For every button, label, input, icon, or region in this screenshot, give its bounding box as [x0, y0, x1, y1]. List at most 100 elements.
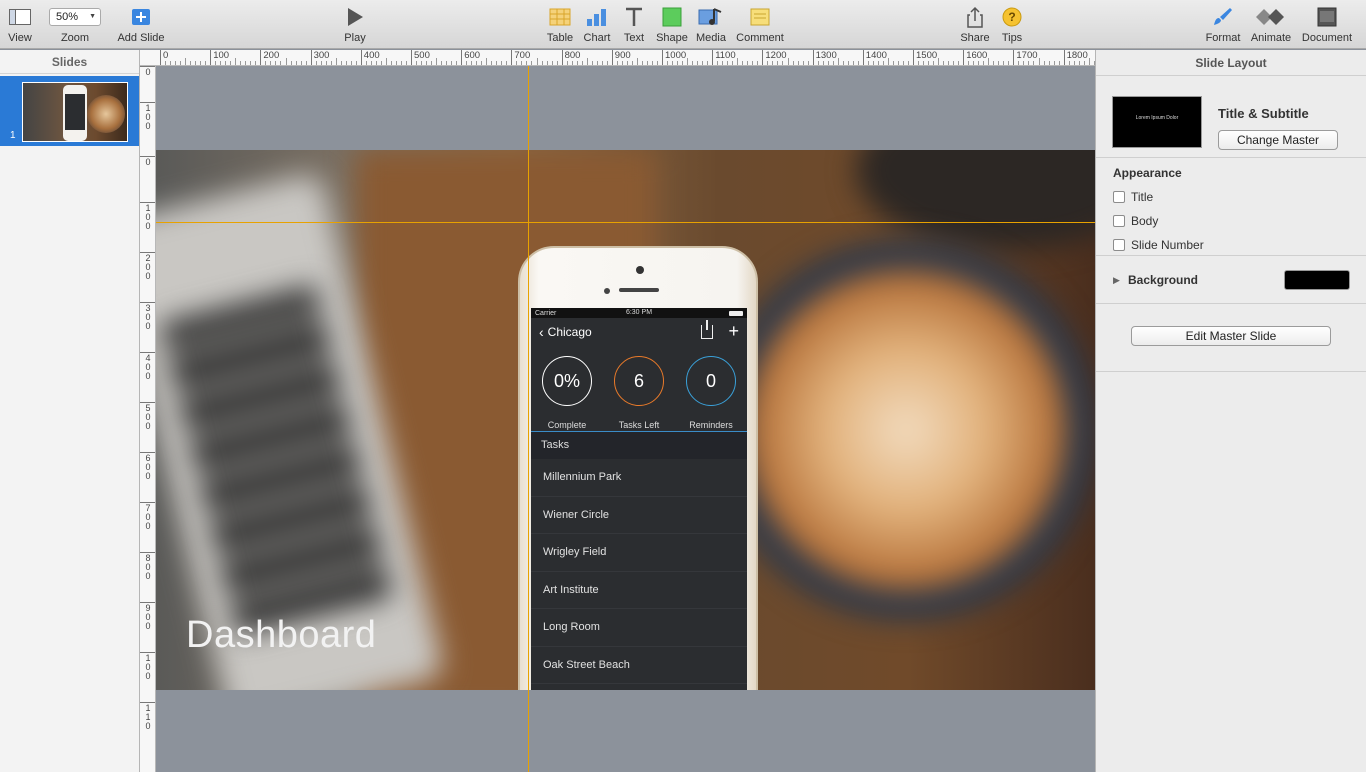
- slide-thumbnail-row[interactable]: 1: [0, 76, 139, 146]
- phone-mockup-image[interactable]: Carrier 6:30 PM ‹ Chicago + 0% Complete 6 T…: [518, 246, 758, 690]
- format-label: Format: [1205, 32, 1241, 44]
- master-thumbnail[interactable]: Lorem Ipsum Dolor: [1112, 96, 1202, 148]
- ruler-minor-tick: [330, 61, 332, 65]
- ruler-minor-tick: [892, 61, 894, 65]
- background-label[interactable]: Background: [1128, 273, 1198, 287]
- tasks-header: Tasks: [531, 432, 747, 459]
- view-button[interactable]: View: [0, 4, 50, 44]
- slide-thumbnail[interactable]: [22, 82, 128, 142]
- animate-label: Animate: [1250, 32, 1292, 44]
- ruler-minor-tick: [867, 61, 869, 65]
- ruler-minor-tick: [365, 61, 367, 65]
- change-master-button[interactable]: Change Master: [1218, 130, 1338, 150]
- back-chevron-icon: ‹: [539, 324, 544, 340]
- media-icon: [698, 8, 722, 25]
- ruler-left-label: 700: [140, 502, 155, 531]
- ruler-minor-tick: [165, 61, 167, 65]
- ruler-minor-tick: [993, 61, 995, 65]
- edit-master-slide-button[interactable]: Edit Master Slide: [1131, 326, 1331, 346]
- ruler-minor-tick: [727, 61, 729, 65]
- ruler-minor-tick: [431, 61, 433, 65]
- ruler-minor-tick: [847, 61, 849, 65]
- vertical-ruler[interactable]: 0 100 0 100 200 300 400 500 600 700 800 900 100 110: [140, 66, 156, 772]
- ruler-left-label: 500: [140, 402, 155, 431]
- background-color-well[interactable]: [1284, 270, 1350, 290]
- ruler-minor-tick: [501, 61, 503, 65]
- ruler-minor-tick: [837, 58, 839, 65]
- comment-button[interactable]: Comment: [730, 4, 790, 44]
- slide[interactable]: Dashboard Carrier 6:30 PM ‹ Chicago + 0%…: [156, 150, 1095, 690]
- ruler-minor-tick: [426, 61, 428, 65]
- ruler-minor-tick: [631, 61, 633, 65]
- media-label: Media: [696, 32, 726, 44]
- ruler-minor-tick: [385, 58, 387, 65]
- ruler-minor-tick: [682, 61, 684, 65]
- body-checkbox[interactable]: [1113, 215, 1125, 227]
- ruler-minor-tick: [1033, 61, 1035, 65]
- ruler-minor-tick: [857, 61, 859, 65]
- ruler-minor-tick: [1083, 61, 1085, 65]
- add-slide-button[interactable]: Add Slide: [111, 4, 171, 44]
- slides-header: Slides: [0, 50, 139, 74]
- animate-button[interactable]: Animate: [1241, 4, 1301, 44]
- stat-ring: 6: [614, 356, 664, 406]
- title-checkbox-row[interactable]: Title: [1113, 190, 1153, 204]
- slide-navigator: Slides 1: [0, 50, 140, 772]
- ruler-minor-tick: [395, 61, 397, 65]
- zoom-control[interactable]: 50% ▼ Zoom: [45, 4, 105, 44]
- ruler-minor-tick: [400, 61, 402, 65]
- ruler-minor-tick: [882, 61, 884, 65]
- ruler-minor-tick: [275, 61, 277, 65]
- ruler-minor-tick: [943, 61, 945, 65]
- ruler-left-label: 0: [140, 66, 155, 77]
- ruler-minor-tick: [350, 61, 352, 65]
- ruler-minor-tick: [380, 61, 382, 65]
- ruler-minor-tick: [536, 58, 538, 65]
- slide-canvas[interactable]: Dashboard Carrier 6:30 PM ‹ Chicago + 0%…: [156, 66, 1095, 772]
- ruler-left-label: 800: [140, 552, 155, 581]
- ruler-left-label: 400: [140, 352, 155, 381]
- title-checkbox[interactable]: [1113, 191, 1125, 203]
- slide-title[interactable]: Dashboard: [186, 614, 376, 657]
- ruler-minor-tick: [948, 61, 950, 65]
- stat-item: 0% Complete: [537, 356, 597, 431]
- horizontal-ruler[interactable]: 0 100 200 300 400 500 600 700 800 900 1000 1100 1200…: [140, 50, 1095, 66]
- ruler-minor-tick: [797, 61, 799, 65]
- appearance-section: Appearance Title Body Slide Number: [1096, 158, 1366, 256]
- inspector-title: Slide Layout: [1096, 50, 1366, 76]
- ruler-minor-tick: [305, 61, 307, 65]
- disclosure-triangle-icon[interactable]: ▶: [1113, 275, 1120, 286]
- ruler-minor-tick: [832, 61, 834, 65]
- ruler-left-label: 110: [140, 702, 155, 731]
- ruler-minor-tick: [651, 61, 653, 65]
- ruler-minor-tick: [807, 61, 809, 65]
- play-button[interactable]: Play: [325, 4, 385, 44]
- ruler-minor-tick: [802, 61, 804, 65]
- ruler-minor-tick: [255, 61, 257, 65]
- ruler-minor-tick: [958, 61, 960, 65]
- document-button[interactable]: Document: [1297, 4, 1357, 44]
- ruler-minor-tick: [757, 61, 759, 65]
- ruler-minor-tick: [621, 61, 623, 65]
- ruler-minor-tick: [390, 61, 392, 65]
- ruler-minor-tick: [531, 61, 533, 65]
- ruler-minor-tick: [546, 61, 548, 65]
- slide-number-checkbox[interactable]: [1113, 239, 1125, 251]
- ruler-minor-tick: [737, 58, 739, 65]
- ruler-minor-tick: [938, 58, 940, 65]
- ruler-minor-tick: [616, 61, 618, 65]
- phone-speaker: [619, 288, 659, 292]
- ruler-minor-tick: [887, 58, 889, 65]
- ruler-minor-tick: [817, 61, 819, 65]
- zoom-select[interactable]: 50% ▼: [49, 8, 101, 26]
- ruler-minor-tick: [1008, 61, 1010, 65]
- body-checkbox-row[interactable]: Body: [1113, 214, 1158, 228]
- phone-screen: Carrier 6:30 PM ‹ Chicago + 0% Complete 6 T…: [531, 308, 747, 690]
- ruler-minor-tick: [170, 61, 172, 65]
- slide-number-checkbox-row[interactable]: Slide Number: [1113, 238, 1204, 252]
- stat-item: 6 Tasks Left: [609, 356, 669, 431]
- tips-button[interactable]: ? Tips: [982, 4, 1042, 44]
- chevron-down-icon: ▼: [89, 13, 96, 20]
- ruler-minor-tick: [185, 58, 187, 65]
- alignment-guide-horizontal: [156, 222, 1095, 223]
